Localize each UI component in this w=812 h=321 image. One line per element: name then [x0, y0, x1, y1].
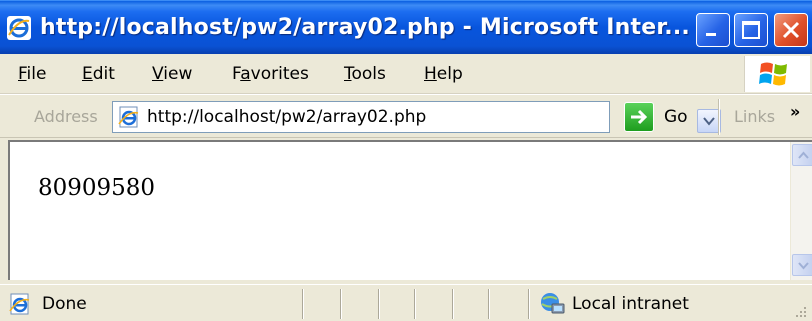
- menu-help[interactable]: Help: [424, 63, 463, 85]
- toolbar-separator: [718, 99, 720, 135]
- links-chevron-icon[interactable]: »: [790, 103, 800, 121]
- go-arrow-icon: [631, 109, 648, 125]
- menu-tools[interactable]: Tools: [344, 63, 386, 85]
- minimize-icon: [706, 33, 716, 36]
- close-button[interactable]: [774, 13, 808, 47]
- minimize-button[interactable]: [696, 13, 730, 47]
- title-bar[interactable]: http://localhost/pw2/array02.php - Micro…: [0, 0, 812, 54]
- maximize-button[interactable]: [734, 13, 768, 47]
- go-label[interactable]: Go: [664, 106, 688, 128]
- menu-view[interactable]: View: [152, 63, 192, 85]
- ie-logo-icon: [7, 16, 31, 40]
- maximize-icon: [742, 21, 760, 39]
- vertical-scrollbar[interactable]: [790, 142, 812, 280]
- ie-page-icon: [118, 106, 139, 128]
- status-separator: [528, 289, 530, 319]
- address-bar: Address http://localhost/pw2/array02.php…: [0, 94, 812, 138]
- address-label: Address: [34, 107, 98, 126]
- status-separator: [340, 289, 342, 319]
- address-url: http://localhost/pw2/array02.php: [147, 107, 427, 127]
- window-title: http://localhost/pw2/array02.php - Micro…: [40, 15, 690, 40]
- status-bar: Done Local intranet: [0, 284, 812, 321]
- page-output-text: 80909580: [38, 175, 156, 201]
- menu-file[interactable]: File: [18, 63, 46, 85]
- throbber: [744, 56, 810, 92]
- chevron-down-icon: [703, 117, 715, 126]
- address-input[interactable]: http://localhost/pw2/array02.php: [112, 101, 721, 133]
- menu-favorites[interactable]: Favorites: [232, 63, 309, 85]
- chevron-up-icon: [798, 151, 809, 159]
- ie-page-icon: [9, 293, 30, 315]
- resize-grip-icon[interactable]: [792, 305, 808, 319]
- windows-flag-icon: [759, 62, 787, 86]
- chevron-down-icon: [798, 262, 809, 270]
- scroll-up-button[interactable]: [792, 144, 812, 166]
- local-intranet-icon: [541, 293, 565, 314]
- links-label[interactable]: Links: [734, 106, 775, 128]
- go-button[interactable]: [624, 102, 654, 132]
- status-text: Done: [42, 294, 87, 314]
- menu-edit[interactable]: Edit: [82, 63, 115, 85]
- close-icon: [782, 21, 800, 39]
- security-zone-label: Local intranet: [572, 294, 689, 314]
- menu-bar: File Edit View Favorites Tools Help: [0, 54, 812, 94]
- status-separator: [302, 289, 304, 319]
- status-separator: [378, 289, 380, 319]
- scroll-down-button[interactable]: [792, 254, 812, 276]
- page-content: 80909580: [8, 140, 812, 280]
- status-separator: [488, 289, 490, 319]
- status-separator: [414, 289, 416, 319]
- browser-window: http://localhost/pw2/array02.php - Micro…: [0, 0, 812, 321]
- status-separator: [452, 289, 454, 319]
